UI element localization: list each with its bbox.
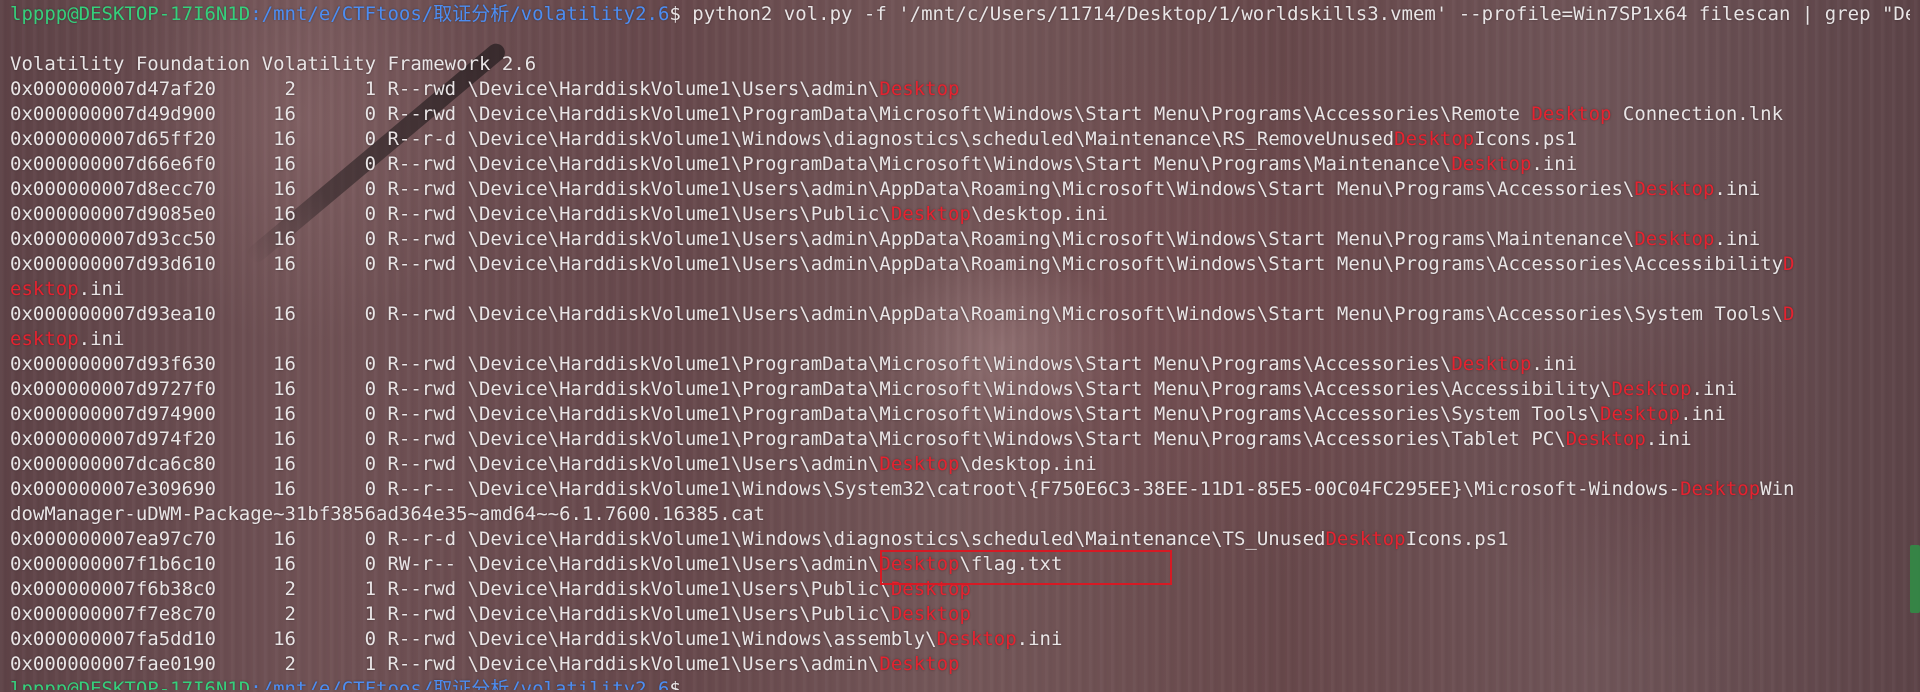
filescan-result-row: 0x000000007f6b38c0 2 1 R--rwd \Device\Ha… (10, 577, 1910, 602)
result-text: .ini (1691, 378, 1738, 400)
result-text: 0x000000007fae0190 2 1 R--rwd \Device\Ha… (10, 653, 880, 675)
match-highlight: Desktop (1394, 128, 1475, 150)
match-highlight: Desktop (1451, 153, 1532, 175)
result-text: 0x000000007f7e8c70 2 1 R--rwd \Device\Ha… (10, 603, 891, 625)
match-highlight: Desktop (1634, 228, 1715, 250)
filescan-result-row: 0x000000007d49d900 16 0 R--rwd \Device\H… (10, 102, 1910, 127)
filescan-result-row: 0x000000007ea97c70 16 0 R--r-d \Device\H… (10, 527, 1910, 552)
match-highlight: Desktop (1634, 178, 1715, 200)
match-highlight: Desktop (890, 603, 971, 625)
result-text: 0x000000007d974900 16 0 R--rwd \Device\H… (10, 403, 1601, 425)
filescan-result-row: 0x000000007d93f630 16 0 R--rwd \Device\H… (10, 352, 1910, 377)
filescan-result-row: 0x000000007d9727f0 16 0 R--rwd \Device\H… (10, 377, 1910, 402)
result-text: 0x000000007ea97c70 16 0 R--r-d \Device\H… (10, 528, 1326, 550)
command-prompt-line: lpppp@DESKTOP-17I6N1D:/mnt/e/CTFtoos/取证分… (10, 2, 1910, 52)
result-text: 0x000000007e309690 16 0 R--r-- \Device\H… (10, 478, 1681, 500)
result-text: .ini (1645, 428, 1692, 450)
match-highlight: Desktop (879, 653, 960, 675)
prompt-symbol: $ (669, 3, 681, 25)
final-prompt-user: lpppp@DESKTOP-17I6N1D (10, 678, 251, 690)
match-highlight: esktop (10, 278, 79, 300)
result-text: 0x000000007d66e6f0 16 0 R--rwd \Device\H… (10, 153, 1452, 175)
command-text: python2 vol.py -f '/mnt/c/Users/11714/De… (692, 3, 1910, 25)
match-highlight: Desktop (1680, 478, 1761, 500)
result-text: 0x000000007f1b6c10 16 0 RW-r-- \Device\H… (10, 553, 880, 575)
filescan-result-row: 0x000000007d93ea10 16 0 R--rwd \Device\H… (10, 302, 1910, 352)
match-highlight: Desktop (890, 203, 971, 225)
match-highlight: Desktop (879, 78, 960, 100)
result-text: Connection.lnk (1611, 103, 1784, 125)
filescan-output: 0x000000007d47af20 2 1 R--rwd \Device\Ha… (10, 77, 1910, 677)
filescan-result-row: 0x000000007d66e6f0 16 0 R--rwd \Device\H… (10, 152, 1910, 177)
filescan-result-row: 0x000000007f7e8c70 2 1 R--rwd \Device\Ha… (10, 602, 1910, 627)
filescan-result-row: 0x000000007d974f20 16 0 R--rwd \Device\H… (10, 427, 1910, 452)
terminal-window[interactable]: lpppp@DESKTOP-17I6N1D:/mnt/e/CTFtoos/取证分… (10, 2, 1910, 690)
result-text: 0x000000007d9085e0 16 0 R--rwd \Device\H… (10, 203, 891, 225)
prompt-user: lpppp@DESKTOP-17I6N1D (10, 3, 251, 25)
filescan-result-row: 0x000000007d8ecc70 16 0 R--rwd \Device\H… (10, 177, 1910, 202)
banner-line: Volatility Foundation Volatility Framewo… (10, 53, 537, 75)
match-highlight: D (1783, 303, 1795, 325)
result-text: 0x000000007d8ecc70 16 0 R--rwd \Device\H… (10, 178, 1635, 200)
match-highlight: Desktop (1565, 428, 1646, 450)
result-text: 0x000000007d93cc50 16 0 R--rwd \Device\H… (10, 228, 1635, 250)
result-text: .ini (1016, 628, 1063, 650)
match-highlight: Desktop (1325, 528, 1406, 550)
match-highlight: Desktop (1531, 103, 1612, 125)
filescan-result-row: 0x000000007d93d610 16 0 R--rwd \Device\H… (10, 252, 1910, 302)
result-text: 0x000000007d93d610 16 0 R--rwd \Device\H… (10, 253, 1784, 275)
result-text: 0x000000007d65ff20 16 0 R--r-d \Device\H… (10, 128, 1395, 150)
filescan-result-row: 0x000000007d974900 16 0 R--rwd \Device\H… (10, 402, 1910, 427)
result-text: .ini (1680, 403, 1726, 425)
filescan-result-row: 0x000000007e309690 16 0 R--r-- \Device\H… (10, 477, 1910, 527)
final-prompt-symbol: $ (669, 678, 693, 690)
result-text: 0x000000007d93f630 16 0 R--rwd \Device\H… (10, 353, 1452, 375)
match-highlight: Desktop (1451, 353, 1532, 375)
result-text: .ini (1714, 228, 1761, 250)
result-text: \desktop.ini (959, 453, 1097, 475)
result-text: 0x000000007fa5dd10 16 0 R--rwd \Device\H… (10, 628, 937, 650)
final-prompt-line[interactable]: lpppp@DESKTOP-17I6N1D:/mnt/e/CTFtoos/取证分… (10, 677, 1910, 690)
terminal-scrollbar[interactable] (1910, 545, 1920, 613)
filescan-result-row: 0x000000007dca6c80 16 0 R--rwd \Device\H… (10, 452, 1910, 477)
match-highlight: Desktop (1600, 403, 1681, 425)
filescan-result-row: 0x000000007fae0190 2 1 R--rwd \Device\Ha… (10, 652, 1910, 677)
result-text: .ini (1531, 153, 1578, 175)
match-highlight: esktop (10, 328, 79, 350)
result-text: .ini (78, 328, 125, 350)
prompt-path: :/mnt/e/CTFtoos/取证分析/volatility2.6 (250, 3, 670, 25)
match-highlight: Desktop (879, 553, 960, 575)
filescan-result-row: 0x000000007fa5dd10 16 0 R--rwd \Device\H… (10, 627, 1910, 652)
result-text: \flag.txt (959, 553, 1063, 575)
result-text: \desktop.ini (970, 203, 1109, 225)
filescan-result-row: 0x000000007f1b6c10 16 0 RW-r-- \Device\H… (10, 552, 1910, 577)
result-text: .ini (1714, 178, 1761, 200)
match-highlight: Desktop (879, 453, 960, 475)
result-text: .ini (1531, 353, 1578, 375)
result-text: 0x000000007d974f20 16 0 R--rwd \Device\H… (10, 428, 1566, 450)
result-text: 0x000000007d49d900 16 0 R--rwd \Device\H… (10, 103, 1532, 125)
filescan-result-row: 0x000000007d65ff20 16 0 R--r-d \Device\H… (10, 127, 1910, 152)
result-text: 0x000000007d47af20 2 1 R--rwd \Device\Ha… (10, 78, 880, 100)
filescan-result-row: 0x000000007d9085e0 16 0 R--rwd \Device\H… (10, 202, 1910, 227)
filescan-result-row: 0x000000007d47af20 2 1 R--rwd \Device\Ha… (10, 77, 1910, 102)
final-prompt-path: :/mnt/e/CTFtoos/取证分析/volatility2.6 (250, 678, 670, 690)
result-text: .ini (78, 278, 125, 300)
match-highlight: Desktop (890, 578, 971, 600)
result-text: 0x000000007dca6c80 16 0 R--rwd \Device\H… (10, 453, 880, 475)
match-highlight: Desktop (936, 628, 1017, 650)
result-text: 0x000000007f6b38c0 2 1 R--rwd \Device\Ha… (10, 578, 891, 600)
result-text: Icons.ps1 (1405, 528, 1509, 550)
match-highlight: Desktop (1611, 378, 1692, 400)
result-text: 0x000000007d9727f0 16 0 R--rwd \Device\H… (10, 378, 1612, 400)
match-highlight: D (1783, 253, 1795, 275)
result-text: Icons.ps1 (1474, 128, 1578, 150)
result-text: 0x000000007d93ea10 16 0 R--rwd \Device\H… (10, 303, 1784, 325)
filescan-result-row: 0x000000007d93cc50 16 0 R--rwd \Device\H… (10, 227, 1910, 252)
